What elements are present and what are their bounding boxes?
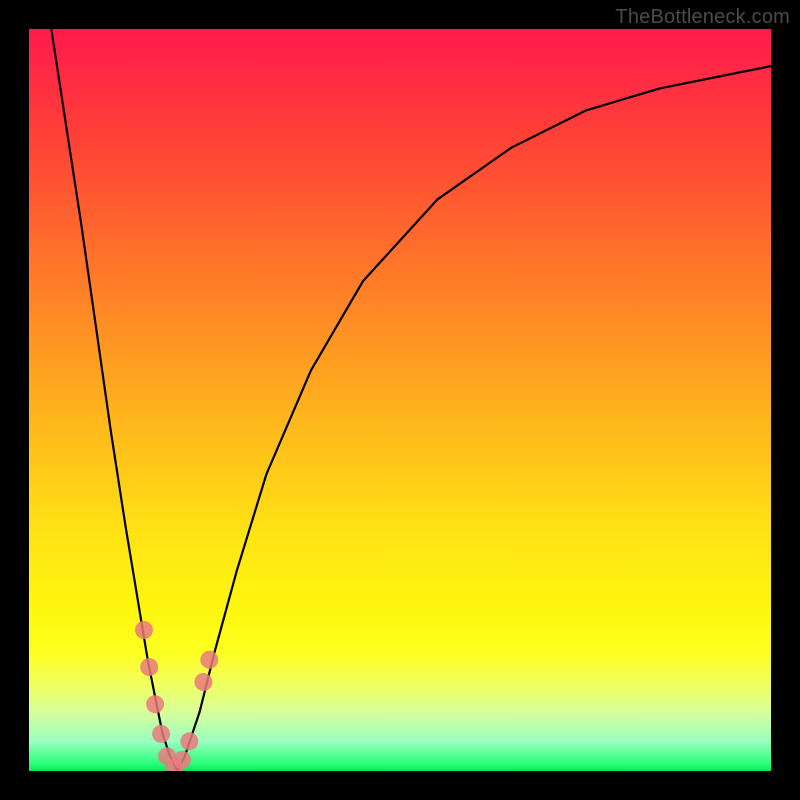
curve-marker: [146, 695, 164, 713]
curve-marker: [152, 725, 170, 743]
curve-marker: [194, 673, 212, 691]
plot-area: [29, 29, 771, 771]
curve-layer: [29, 29, 771, 771]
bottleneck-curve: [51, 29, 771, 771]
curve-marker: [140, 658, 158, 676]
watermark-text: TheBottleneck.com: [615, 6, 790, 29]
curve-marker: [135, 621, 153, 639]
curve-line: [51, 29, 771, 771]
curve-marker: [173, 751, 191, 769]
curve-markers: [135, 621, 218, 771]
chart-frame: TheBottleneck.com: [0, 0, 800, 800]
curve-marker: [180, 732, 198, 750]
curve-marker: [200, 651, 218, 669]
